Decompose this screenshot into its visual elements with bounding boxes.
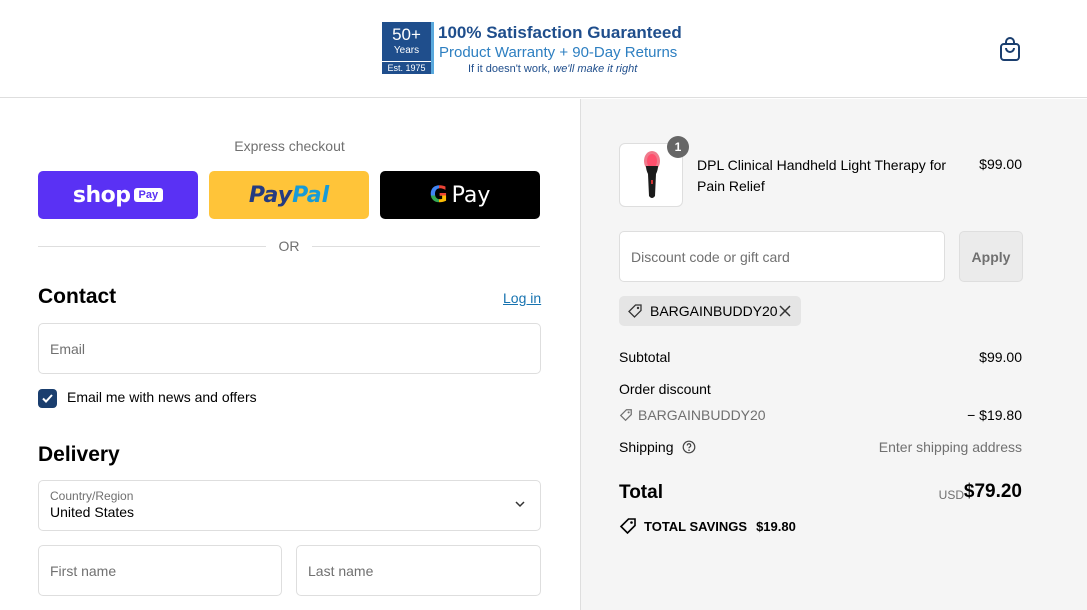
shop-pay-wordmark: shop — [72, 182, 131, 208]
shopping-bag-icon — [1000, 37, 1020, 61]
total-savings-value: $19.80 — [756, 518, 796, 534]
login-link[interactable]: Log in — [503, 290, 541, 306]
product-price: $99.00 — [979, 156, 1022, 172]
total-value: $79.20 — [963, 481, 1022, 502]
first-name-field[interactable] — [39, 546, 281, 595]
google-pay-button[interactable]: G Pay — [380, 171, 540, 219]
logo-badge-established: Est. 1975 — [382, 61, 431, 74]
email-field-wrapper — [38, 323, 541, 374]
or-divider-text: OR — [278, 238, 300, 254]
logo-badge: 50+ Years Est. 1975 — [382, 22, 434, 74]
country-select-value: United States — [50, 504, 135, 520]
checkout-form: Express checkout shop Pay PayPal G Pay O… — [0, 99, 580, 610]
cart-button[interactable] — [999, 36, 1021, 62]
total-label: Total — [619, 482, 663, 503]
total-savings-label: TOTAL SAVINGS — [644, 518, 748, 534]
discount-code-field[interactable] — [620, 232, 944, 281]
shipping-label: Shipping — [619, 439, 674, 455]
last-name-field[interactable] — [297, 546, 540, 595]
shipping-label-row: Shipping — [619, 439, 696, 455]
newsletter-label: Email me with news and offers — [67, 389, 257, 405]
shipping-value: Enter shipping address — [878, 439, 1022, 455]
google-g-icon: G — [429, 182, 448, 208]
order-summary: 1 DPL Clinical Handheld Light Therapy fo… — [580, 99, 1087, 610]
contact-heading: Contact — [38, 285, 117, 308]
newsletter-checkbox[interactable] — [38, 389, 57, 408]
discount-amount: − $19.80 — [967, 407, 1022, 423]
tag-icon — [619, 409, 632, 422]
header: 50+ Years Est. 1975 100% Satisfaction Gu… — [0, 0, 1087, 98]
logo-subheadline: Product Warranty + 90-Day Returns — [439, 44, 678, 61]
tag-icon — [628, 304, 642, 318]
first-name-wrapper — [38, 545, 282, 596]
google-pay-label: Pay — [451, 182, 491, 208]
logo-badge-years-number: 50+ — [392, 25, 421, 44]
logo-headline: 100% Satisfaction Guaranteed — [438, 23, 682, 42]
logo-tagline-italic: we'll make it right — [553, 63, 638, 75]
brand-logo[interactable]: 50+ Years Est. 1975 100% Satisfaction Gu… — [382, 21, 682, 77]
discount-code-name: BARGAINBUDDY20 — [638, 407, 766, 423]
logo-tagline-plain: If it doesn't work, — [468, 63, 554, 75]
subtotal-value: $99.00 — [979, 349, 1022, 365]
paypal-button[interactable]: PayPal — [209, 171, 369, 219]
subtotal-label: Subtotal — [619, 349, 671, 365]
help-circle-icon[interactable] — [682, 440, 696, 454]
paypal-wordmark-pal: Pal — [292, 182, 330, 208]
savings-tag-icon — [619, 518, 636, 535]
chevron-down-icon — [515, 501, 525, 508]
shop-pay-button[interactable]: shop Pay — [38, 171, 198, 219]
divider-left — [38, 246, 266, 247]
country-select-label: Country/Region — [50, 489, 134, 503]
express-checkout-label: Express checkout — [234, 138, 345, 154]
total-currency: USD — [938, 488, 964, 502]
logo-badge-years-label: Years — [393, 45, 420, 56]
checkmark-icon — [42, 394, 53, 403]
delivery-heading: Delivery — [38, 443, 120, 466]
quantity-badge: 1 — [667, 136, 689, 158]
order-discount-label: Order discount — [619, 381, 711, 397]
country-select[interactable]: Country/Region United States — [38, 480, 541, 531]
discount-field-wrapper — [619, 231, 945, 282]
divider-right — [312, 246, 540, 247]
applied-discount-code: BARGAINBUDDY20 — [650, 303, 778, 319]
last-name-wrapper — [296, 545, 541, 596]
email-field[interactable] — [39, 324, 540, 373]
apply-discount-button[interactable]: Apply — [959, 231, 1023, 282]
shop-pay-badge: Pay — [133, 188, 164, 202]
applied-discount-tag: BARGAINBUDDY20 — [619, 296, 801, 326]
discount-code-row: BARGAINBUDDY20 — [619, 407, 766, 423]
paypal-wordmark: PayPal — [249, 183, 329, 208]
product-name: DPL Clinical Handheld Light Therapy for … — [697, 157, 947, 194]
google-pay-wordmark: G Pay — [430, 183, 491, 208]
total-savings: TOTAL SAVINGS $19.80 — [619, 517, 796, 535]
paypal-wordmark-pay: Pay — [248, 182, 293, 208]
remove-discount-icon[interactable] — [777, 303, 793, 319]
logo-tagline: If it doesn't work, we'll make it right — [468, 63, 637, 75]
